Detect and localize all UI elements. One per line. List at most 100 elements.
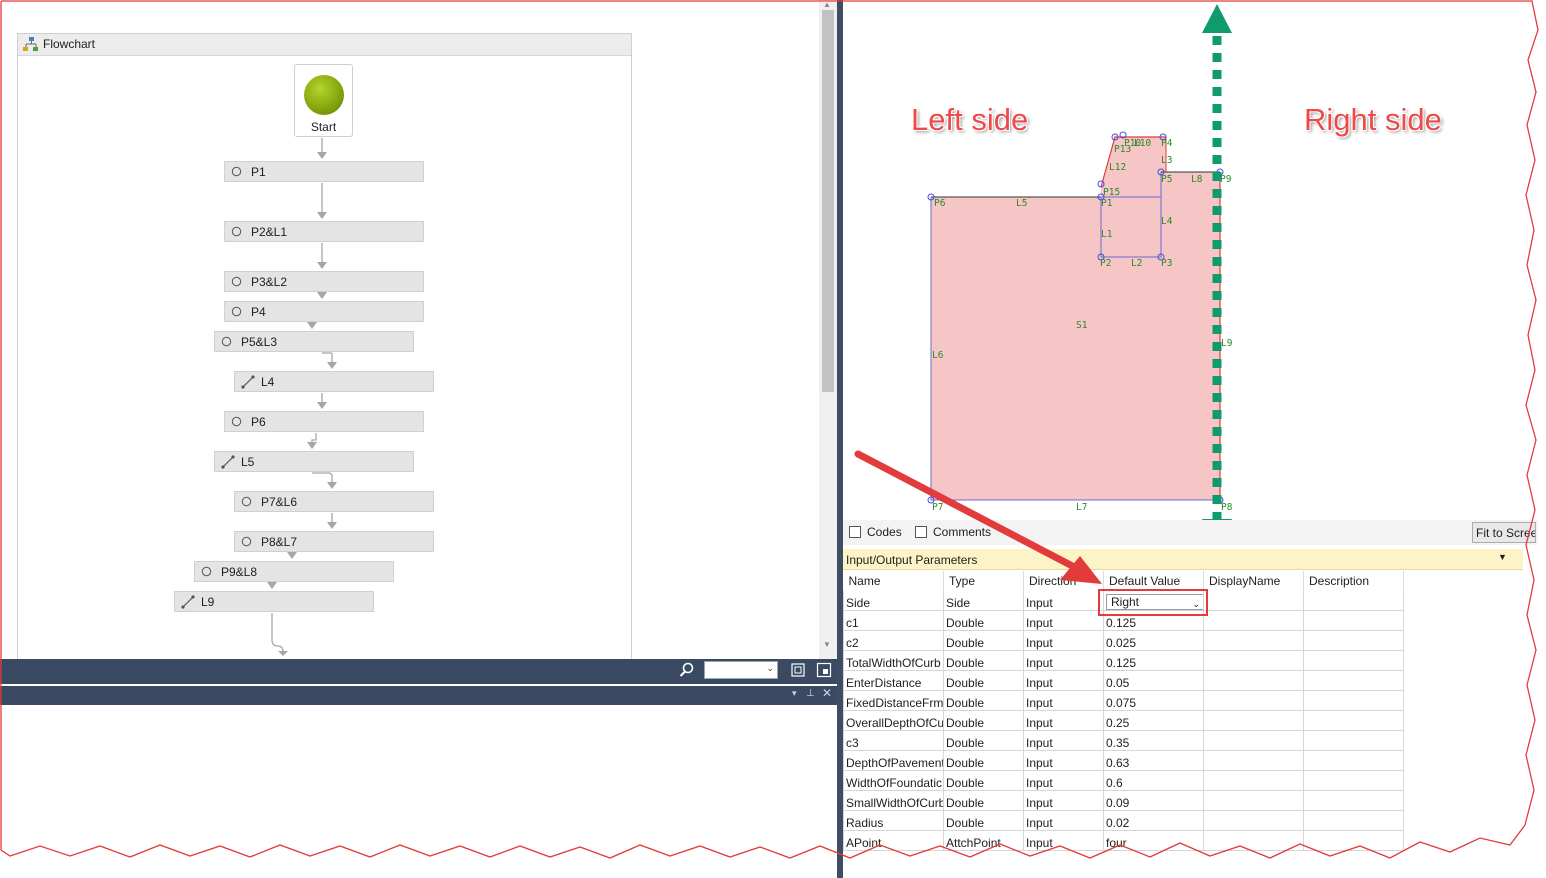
cell-default[interactable]: 0.25 xyxy=(1103,710,1204,731)
cell-description[interactable] xyxy=(1303,650,1404,671)
cell-type[interactable]: Double xyxy=(943,750,1024,771)
designer-scrollbar-thumb[interactable] xyxy=(822,10,834,392)
overview-icon[interactable] xyxy=(816,662,832,678)
cell-display[interactable] xyxy=(1203,810,1304,831)
activity-p7-l6[interactable]: P7&L6 xyxy=(234,491,434,512)
cell-name[interactable]: OverallDepthOfCu xyxy=(843,710,944,731)
cell-display[interactable] xyxy=(1203,610,1304,631)
cell-type[interactable]: Double xyxy=(943,610,1024,631)
fit-to-screen-icon[interactable] xyxy=(790,662,806,678)
table-row[interactable]: c2 Double Input 0.025 xyxy=(843,630,1404,651)
cell-display[interactable] xyxy=(1203,670,1304,691)
scroll-up-icon[interactable]: ▲ xyxy=(823,0,831,9)
cell-type[interactable]: Double xyxy=(943,690,1024,711)
cell-direction[interactable]: Input xyxy=(1023,730,1104,751)
cell-direction[interactable]: Input xyxy=(1023,770,1104,791)
col-type[interactable]: Type xyxy=(943,571,1024,591)
cell-default[interactable]: 0.125 xyxy=(1103,650,1204,671)
cell-display[interactable] xyxy=(1203,770,1304,791)
cell-type[interactable]: Double xyxy=(943,790,1024,811)
cell-display[interactable] xyxy=(1203,690,1304,711)
cell-direction[interactable]: Input xyxy=(1023,670,1104,691)
col-default-value[interactable]: Default Value xyxy=(1103,571,1204,591)
col-display-name[interactable]: DisplayName xyxy=(1203,571,1304,591)
cell-description[interactable] xyxy=(1303,610,1404,631)
cell-direction[interactable]: Input xyxy=(1023,750,1104,771)
cell-name[interactable]: c2 xyxy=(843,630,944,651)
cell-direction[interactable]: Input xyxy=(1023,630,1104,651)
cell-name[interactable]: TotalWidthOfCurb xyxy=(843,650,944,671)
cell-name[interactable]: WidthOfFoundatic xyxy=(843,770,944,791)
collapse-icon[interactable]: ▼ xyxy=(1498,552,1507,562)
cell-description[interactable] xyxy=(1303,750,1404,771)
cell-description[interactable] xyxy=(1303,630,1404,651)
dropdown-icon[interactable]: ▾ xyxy=(792,688,797,699)
activity-p6[interactable]: P6 xyxy=(224,411,424,432)
cell-description[interactable] xyxy=(1303,830,1404,851)
cell-default[interactable]: four xyxy=(1103,830,1204,851)
cell-type[interactable]: Double xyxy=(943,630,1024,651)
cell-type[interactable]: AttchPoint xyxy=(943,830,1024,851)
cell-description[interactable] xyxy=(1303,710,1404,731)
cell-name[interactable]: EnterDistance xyxy=(843,670,944,691)
cell-default[interactable]: 0.075 xyxy=(1103,690,1204,711)
activity-p8-l7[interactable]: P8&L7 xyxy=(234,531,434,552)
cell-default[interactable]: 0.35 xyxy=(1103,730,1204,751)
col-description[interactable]: Description xyxy=(1303,571,1404,591)
zoom-select[interactable]: ⌄ xyxy=(704,661,778,679)
codes-checkbox[interactable] xyxy=(849,526,861,538)
cell-description[interactable] xyxy=(1303,690,1404,711)
pin-icon[interactable]: ⊥ xyxy=(806,688,815,699)
cell-direction[interactable]: Input xyxy=(1023,610,1104,631)
table-row[interactable]: SmallWidthOfCurb Double Input 0.09 xyxy=(843,790,1404,811)
cell-direction[interactable]: Input xyxy=(1023,710,1104,731)
scroll-down-icon[interactable]: ▼ xyxy=(823,640,831,649)
cell-type[interactable]: Side xyxy=(943,591,1024,611)
cell-display[interactable] xyxy=(1203,710,1304,731)
cell-display[interactable] xyxy=(1203,591,1304,611)
table-row[interactable]: EnterDistance Double Input 0.05 xyxy=(843,670,1404,691)
cell-direction[interactable]: Input xyxy=(1023,810,1104,831)
cell-description[interactable] xyxy=(1303,730,1404,751)
cell-description[interactable] xyxy=(1303,770,1404,791)
cell-display[interactable] xyxy=(1203,790,1304,811)
cell-direction[interactable]: Input xyxy=(1023,690,1104,711)
table-row[interactable]: DepthOfPavement Double Input 0.63 xyxy=(843,750,1404,771)
cell-description[interactable] xyxy=(1303,810,1404,831)
activity-p1[interactable]: P1 xyxy=(224,161,424,182)
cell-description[interactable] xyxy=(1303,670,1404,691)
table-row[interactable]: FixedDistanceFrm Double Input 0.075 xyxy=(843,690,1404,711)
cell-name[interactable]: APoint xyxy=(843,830,944,851)
activity-p3-l2[interactable]: P3&L2 xyxy=(224,271,424,292)
cell-name[interactable]: c3 xyxy=(843,730,944,751)
table-row[interactable]: Radius Double Input 0.02 xyxy=(843,810,1404,831)
cell-direction[interactable]: Input xyxy=(1023,650,1104,671)
activity-p9-l8[interactable]: P9&L8 xyxy=(194,561,394,582)
cell-type[interactable]: Double xyxy=(943,710,1024,731)
cell-name[interactable]: FixedDistanceFrm xyxy=(843,690,944,711)
table-row[interactable]: OverallDepthOfCu Double Input 0.25 xyxy=(843,710,1404,731)
cell-direction[interactable]: Input xyxy=(1023,591,1104,611)
cell-default[interactable]: 0.05 xyxy=(1103,670,1204,691)
table-row[interactable]: c3 Double Input 0.35 xyxy=(843,730,1404,751)
table-row[interactable]: TotalWidthOfCurb Double Input 0.125 xyxy=(843,650,1404,671)
cell-display[interactable] xyxy=(1203,650,1304,671)
cell-type[interactable]: Double xyxy=(943,770,1024,791)
table-row[interactable]: WidthOfFoundatic Double Input 0.6 xyxy=(843,770,1404,791)
col-direction[interactable]: Direction xyxy=(1023,571,1104,591)
cell-direction[interactable]: Input xyxy=(1023,790,1104,811)
activity-l9[interactable]: L9 xyxy=(174,591,374,612)
col-name[interactable]: Name xyxy=(843,571,944,591)
cell-description[interactable] xyxy=(1303,790,1404,811)
search-icon[interactable] xyxy=(679,662,695,678)
cell-display[interactable] xyxy=(1203,630,1304,651)
cell-default[interactable]: 0.09 xyxy=(1103,790,1204,811)
table-row[interactable]: APoint AttchPoint Input four xyxy=(843,830,1404,851)
comments-checkbox[interactable] xyxy=(915,526,927,538)
cell-display[interactable] xyxy=(1203,730,1304,751)
cell-direction[interactable]: Input xyxy=(1023,830,1104,851)
cell-description[interactable] xyxy=(1303,591,1404,611)
cell-type[interactable]: Double xyxy=(943,670,1024,691)
activity-p2-l1[interactable]: P2&L1 xyxy=(224,221,424,242)
cell-type[interactable]: Double xyxy=(943,730,1024,751)
